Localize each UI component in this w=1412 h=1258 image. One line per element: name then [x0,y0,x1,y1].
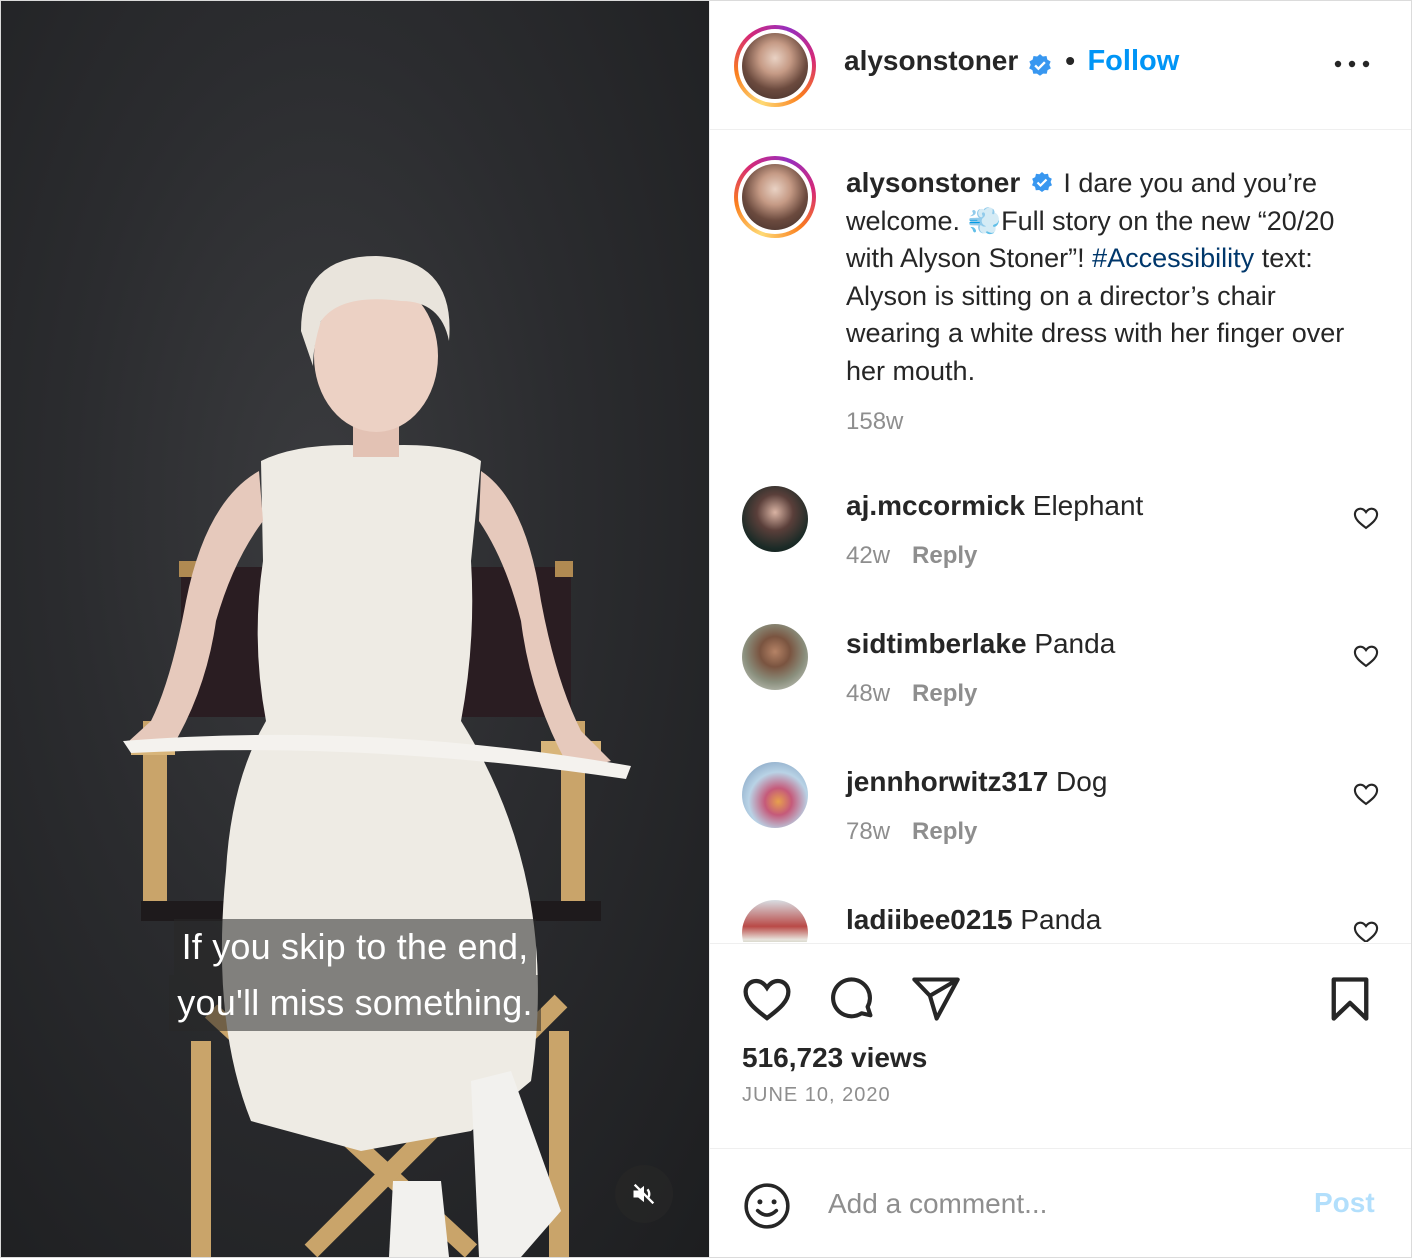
comment-body: aj.mccormick Elephant [846,490,1143,522]
view-count[interactable]: 516,723 views [742,1042,927,1074]
reply-button[interactable]: Reply [912,818,977,845]
hashtag-link[interactable]: #Accessibility [1092,243,1254,273]
post-dialog: If you skip to the end, you'll miss some… [0,0,1412,1258]
dash-emoji: 💨 [967,205,1002,236]
caption-author-avatar [742,164,808,230]
commenter-avatar[interactable] [742,624,808,690]
caption-timestamp[interactable]: 158w [846,403,1366,441]
author-avatar-story-ring[interactable] [734,25,816,107]
caption-username[interactable]: alysonstoner [846,167,1020,198]
comment-meta: 78w Reply [846,818,977,846]
post-comment-button[interactable]: Post [1314,1187,1375,1219]
commenter-avatar[interactable] [742,762,808,828]
like-comment-heart-icon[interactable] [1352,642,1380,670]
author-username[interactable]: alysonstoner [844,45,1018,76]
comment-item: sidtimberlake Panda 48w Reply [710,618,1411,738]
like-comment-heart-icon[interactable] [1352,504,1380,532]
subtitle-line-2: you'll miss something. [169,975,541,1031]
mute-toggle-button[interactable] [615,1165,673,1223]
verified-badge-icon [1028,53,1051,76]
post-sidebar: alysonstoner • Follow alysonstoner I dar… [709,1,1411,1257]
comment-meta: 42w Reply [846,542,977,570]
emoji-smiley-icon[interactable] [742,1181,792,1231]
reply-button[interactable]: Reply [912,680,977,707]
comment-text: Dog [1056,766,1108,797]
comment-time[interactable]: 42w [846,542,890,569]
commenter-username[interactable]: jennhorwitz317 [846,766,1048,797]
post-caption: alysonstoner I dare you and you’re welco… [846,164,1366,440]
more-options-icon[interactable] [1330,49,1374,79]
comment-item: ladiibee0215 Panda [710,894,1411,942]
add-comment-bar: Post [710,1148,1411,1257]
video-subtitles: If you skip to the end, you'll miss some… [1,919,709,1031]
video-frame-illustration [123,256,631,1257]
commenter-avatar[interactable] [742,900,808,942]
commenter-avatar[interactable] [742,486,808,552]
comment-item: jennhorwitz317 Dog 78w Reply [710,756,1411,876]
white-dress [221,445,538,1151]
commenter-username[interactable]: ladiibee0215 [846,904,1013,935]
header-separator: • [1065,45,1075,76]
comment-input[interactable] [826,1183,1300,1225]
comments-scroll-area[interactable]: alysonstoner I dare you and you’re welco… [710,130,1411,942]
reply-button[interactable]: Reply [912,542,977,569]
comment-text: Panda [1020,904,1102,935]
comment-meta: 48w Reply [846,680,977,708]
save-bookmark-icon[interactable] [1324,972,1376,1026]
post-date[interactable]: JUNE 10, 2020 [742,1084,891,1107]
comment-time[interactable]: 78w [846,818,890,845]
like-comment-heart-icon[interactable] [1352,918,1380,942]
header-author-row: alysonstoner • Follow [844,45,1179,79]
comment-body: sidtimberlake Panda [846,628,1115,660]
comment-text: Elephant [1032,490,1144,521]
speaker-muted-icon [633,1183,655,1205]
post-actions: 516,723 views JUNE 10, 2020 [710,943,1411,1148]
commenter-username[interactable]: sidtimberlake [846,628,1027,659]
comment-time[interactable]: 48w [846,680,890,707]
like-comment-heart-icon[interactable] [1352,780,1380,808]
post-header: alysonstoner • Follow [710,1,1411,130]
comment-body: ladiibee0215 Panda [846,904,1101,936]
comment-text: Panda [1034,628,1116,659]
subtitle-line-1: If you skip to the end, [173,919,537,975]
caption-author-avatar-ring[interactable] [734,156,816,238]
share-paper-plane-icon[interactable] [910,972,962,1026]
video-player[interactable]: If you skip to the end, you'll miss some… [1,1,709,1257]
caption-verified-badge-icon [1031,171,1052,192]
author-avatar [742,33,808,99]
comment-bubble-icon[interactable] [826,972,878,1026]
comment-item: aj.mccormick Elephant 42w Reply [710,480,1411,600]
comment-body: jennhorwitz317 Dog [846,766,1107,798]
like-heart-icon[interactable] [740,972,794,1026]
commenter-username[interactable]: aj.mccormick [846,490,1025,521]
follow-button[interactable]: Follow [1087,45,1179,77]
